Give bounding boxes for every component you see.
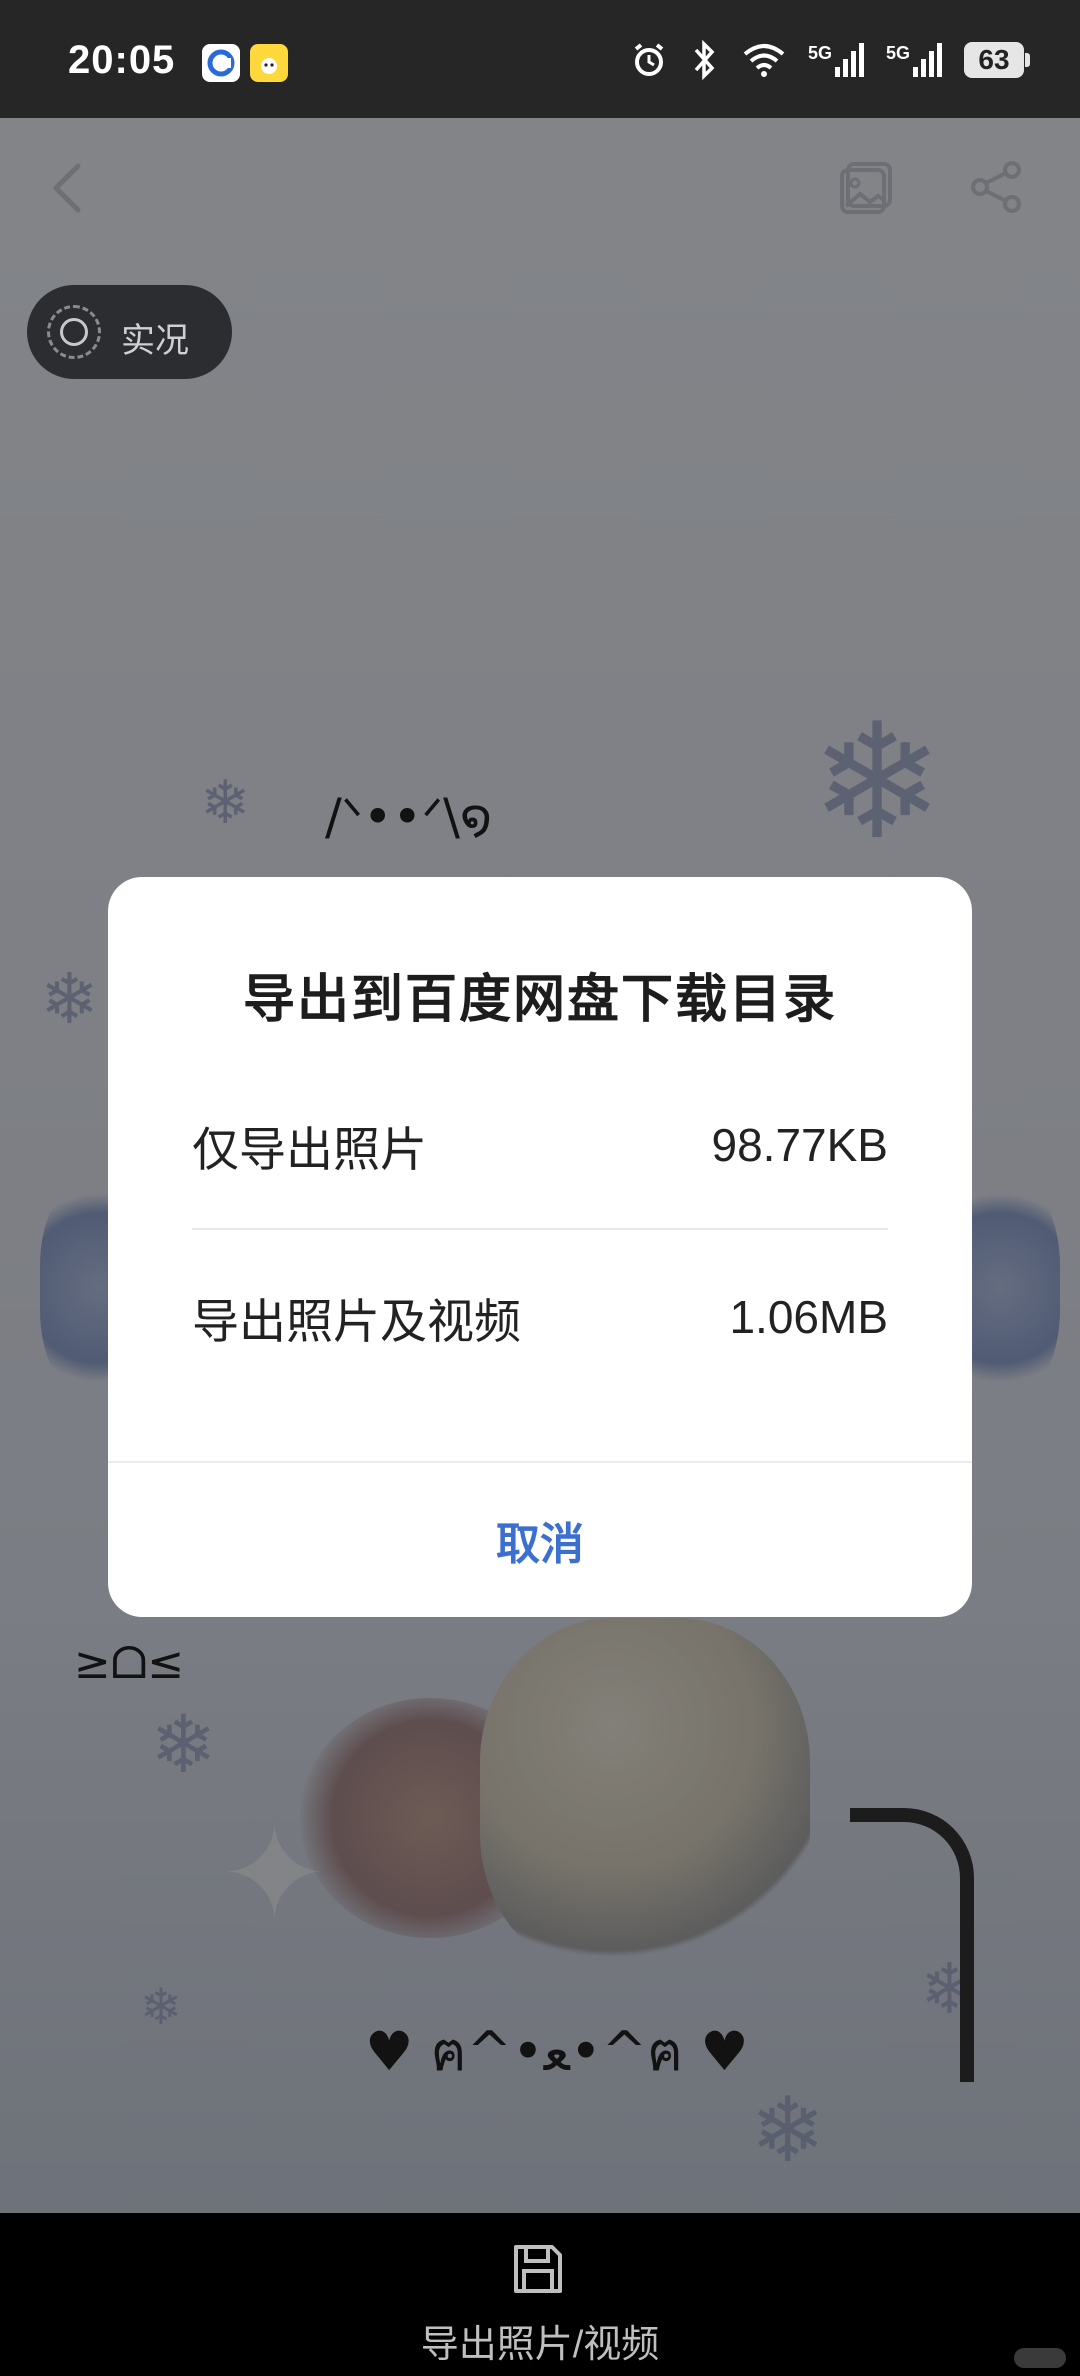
cancel-button[interactable]: 取消 — [108, 1463, 972, 1617]
status-bar: 20:05 5G 5G 63 — [0, 0, 1080, 118]
export-button[interactable]: 导出照片/视频 — [380, 2213, 700, 2376]
export-label: 导出照片/视频 — [420, 2324, 660, 2366]
battery-icon: 63 — [964, 42, 1030, 78]
live-photo-icon — [47, 305, 101, 359]
live-photo-label: 实况 — [121, 322, 189, 360]
signal-icon: 5G — [886, 43, 942, 77]
app-notification-icon — [202, 44, 240, 82]
watermark-badge — [1014, 2348, 1066, 2368]
image-button[interactable] — [838, 158, 896, 216]
network-type-label: 5G — [885, 43, 910, 63]
live-photo-badge[interactable]: 实况 — [27, 285, 232, 379]
share-icon — [971, 161, 1021, 213]
alarm-icon — [634, 43, 664, 76]
signal-icon: 5G — [808, 43, 864, 77]
option-size: 1.06MB — [729, 1291, 888, 1343]
bluetooth-icon — [694, 40, 715, 80]
dialog-title: 导出到百度网盘下载目录 — [242, 971, 837, 1029]
save-icon — [514, 2245, 562, 2293]
option-size: 98.77KB — [711, 1119, 888, 1171]
divider — [192, 1228, 888, 1230]
share-button[interactable] — [968, 158, 1026, 216]
export-photo-video-option[interactable]: 导出照片及视频 1.06MB — [192, 1267, 888, 1367]
status-icons: 5G 5G 63 — [630, 40, 1030, 80]
app-notification-icon — [250, 44, 288, 82]
export-photo-only-option[interactable]: 仅导出照片 98.77KB — [192, 1095, 888, 1195]
status-time: 20:05 — [68, 38, 176, 82]
option-label: 仅导出照片 — [192, 1122, 427, 1176]
wifi-icon — [743, 44, 785, 77]
back-button[interactable] — [44, 160, 94, 216]
bottom-action-bar: 导出照片/视频 — [0, 2213, 1080, 2376]
option-label: 导出照片及视频 — [192, 1294, 521, 1348]
export-dialog: 导出到百度网盘下载目录 仅导出照片 98.77KB 导出照片及视频 1.06MB… — [108, 877, 972, 1617]
photo-icon — [840, 162, 892, 214]
chevron-left-icon — [53, 163, 81, 213]
network-type-label: 5G — [807, 43, 832, 63]
